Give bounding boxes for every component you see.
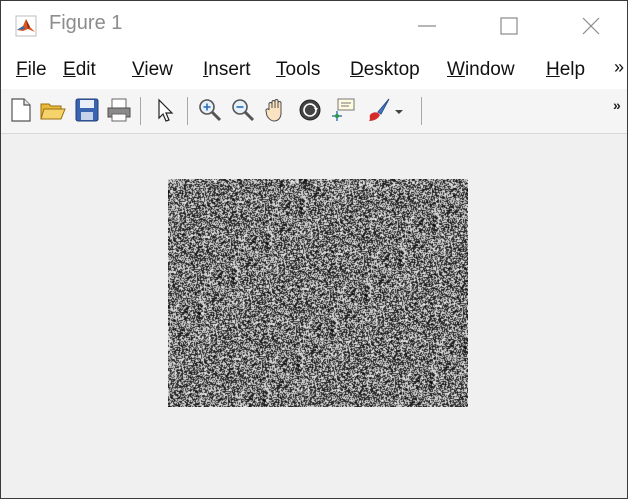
print-icon	[107, 98, 131, 122]
save-icon	[75, 98, 99, 122]
maximize-button[interactable]	[481, 1, 537, 51]
new-figure-button[interactable]	[7, 96, 35, 124]
print-button[interactable]	[105, 96, 133, 124]
brush-dropdown-icon	[395, 110, 403, 114]
menu-edit[interactable]: Edit	[63, 59, 96, 81]
menu-view[interactable]: View	[132, 59, 173, 81]
menu-overflow-button[interactable]: »	[614, 57, 624, 78]
menu-window[interactable]: Window	[447, 59, 533, 81]
new-figure-icon	[11, 98, 31, 122]
minimize-icon	[418, 25, 436, 27]
edit-plot-arrow-icon	[158, 98, 174, 122]
toolbar: »	[1, 89, 627, 134]
menu-desktop[interactable]: Desktop	[350, 59, 437, 81]
maximize-icon	[500, 17, 518, 35]
rotate-3d-button[interactable]	[296, 96, 324, 124]
zoom-out-icon	[232, 99, 255, 122]
toolbar-separator	[187, 97, 188, 125]
toolbar-overflow-button[interactable]: »	[613, 97, 621, 113]
zoom-in-icon	[199, 99, 222, 122]
figure-window: Figure 1 File Edit View Insert Tools Des…	[0, 0, 628, 499]
figure-canvas-area	[1, 134, 627, 498]
menu-insert[interactable]: Insert	[203, 59, 251, 81]
brush-icon	[369, 98, 390, 121]
data-cursor-icon	[332, 98, 355, 121]
brush-dropdown-button[interactable]	[392, 96, 406, 124]
close-icon	[582, 17, 600, 35]
toolbar-separator	[140, 97, 141, 125]
edit-plot-button[interactable]	[151, 96, 179, 124]
open-file-button[interactable]	[39, 96, 67, 124]
open-file-icon	[40, 103, 66, 120]
pan-button[interactable]	[262, 96, 290, 124]
window-title: Figure 1	[49, 12, 123, 34]
title-bar[interactable]: Figure 1	[1, 1, 627, 51]
zoom-in-button[interactable]	[196, 96, 224, 124]
menu-help[interactable]: Help	[546, 59, 585, 81]
minimize-button[interactable]	[399, 1, 455, 51]
rotate-3d-icon	[299, 99, 321, 121]
menu-file[interactable]: File	[16, 59, 47, 81]
menu-bar: File Edit View Insert Tools Desktop Wind…	[1, 51, 627, 89]
zoom-out-button[interactable]	[229, 96, 257, 124]
brush-button[interactable]	[365, 96, 393, 124]
close-button[interactable]	[563, 1, 619, 51]
data-cursor-button[interactable]	[329, 96, 357, 124]
noise-image[interactable]	[168, 179, 468, 407]
menu-tools[interactable]: Tools	[276, 59, 320, 81]
matlab-logo-icon	[15, 15, 37, 37]
pan-hand-icon	[265, 99, 282, 122]
save-button[interactable]	[73, 96, 101, 124]
toolbar-separator	[421, 97, 422, 125]
